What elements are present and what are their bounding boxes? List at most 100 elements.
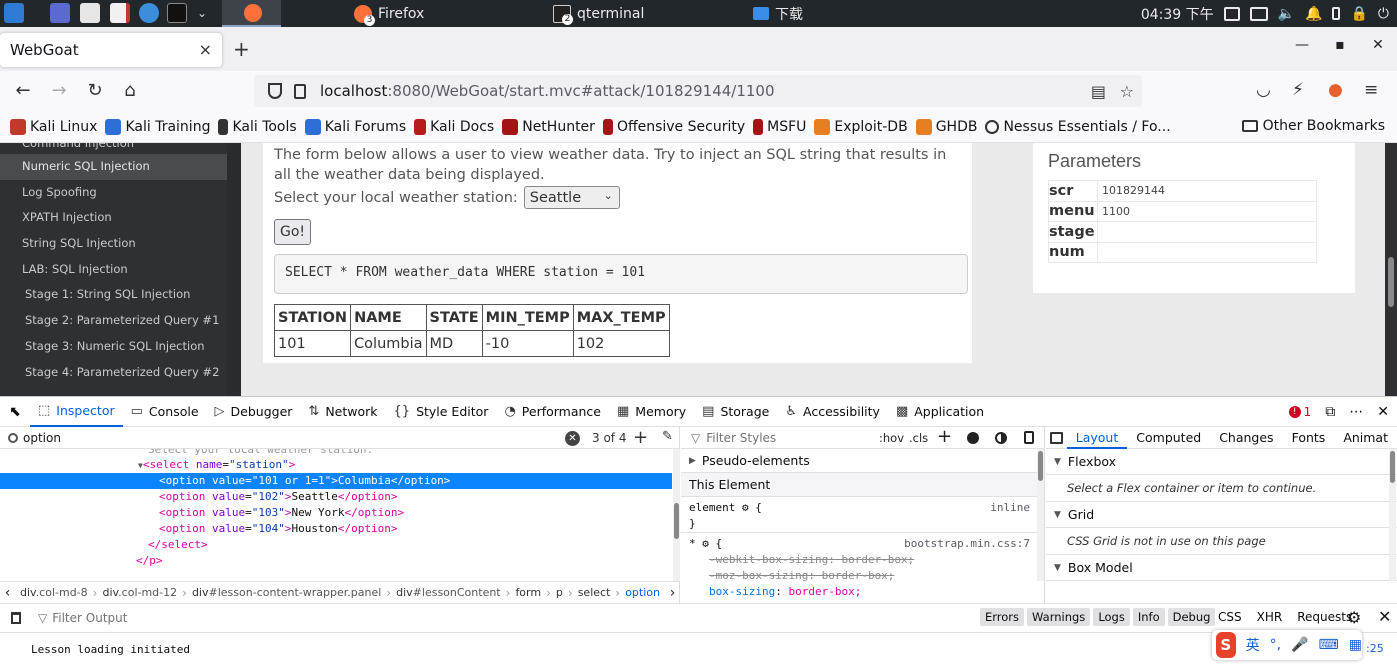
window-icon[interactable]	[1223, 6, 1240, 21]
sidebar-item[interactable]: Log Spoofing	[0, 180, 227, 206]
chevron-left-icon[interactable]: ‹	[0, 585, 15, 601]
gear-icon[interactable]: ⚙	[742, 501, 749, 514]
grid-menu-icon[interactable]: ▦	[1349, 637, 1362, 653]
tab-animat[interactable]: Animat	[1334, 427, 1397, 449]
breadcrumb-item[interactable]: p	[551, 586, 568, 599]
home-icon[interactable]: ⌂	[119, 80, 141, 102]
bookmark-star-icon[interactable]: ☆	[1120, 82, 1134, 101]
bookmark-exploit-db[interactable]: Exploit-DB	[814, 118, 908, 135]
overridden-declaration[interactable]: -webkit-box-sizing: border-box;	[681, 552, 1044, 568]
breadcrumb-item[interactable]: form	[510, 586, 546, 599]
file-manager-icon[interactable]	[80, 3, 100, 23]
filter-warnings-button[interactable]: Warnings	[1027, 608, 1091, 626]
grid-section[interactable]: ▼ Grid	[1046, 502, 1397, 528]
tab-application[interactable]: ▩ Application	[888, 397, 992, 427]
hamburger-menu-icon[interactable]: ≡	[1364, 80, 1378, 100]
dock-side-icon[interactable]: ⧉	[1325, 404, 1335, 420]
layout-scrollbar[interactable]	[1389, 449, 1396, 581]
rules-scrollbar[interactable]	[1037, 449, 1044, 581]
tab-network[interactable]: ⇅ Network	[300, 397, 385, 427]
markup-option-node[interactable]: <option value="102">Seattle</option>	[0, 489, 672, 505]
bookmark-ghdb[interactable]: GHDB	[915, 118, 977, 135]
scrollbar-thumb[interactable]	[1388, 257, 1394, 307]
punctuation-icon[interactable]: °,	[1270, 637, 1281, 653]
back-arrow-icon[interactable]: ←	[12, 80, 34, 102]
bookmark-kali-training[interactable]: Kali Training	[105, 118, 210, 135]
filter-output-input[interactable]: ▽ Filter Output	[32, 611, 127, 625]
markup-select-node[interactable]: ▼<select name="station">	[0, 457, 672, 473]
add-node-icon[interactable]: +	[633, 427, 648, 448]
tab-style-editor[interactable]: {} Style Editor	[386, 397, 497, 427]
station-select[interactable]: Seattle ⌄	[523, 186, 620, 209]
task-qterminal[interactable]: 2 qterminal	[547, 0, 727, 27]
bookmark-msfu[interactable]: MSFU	[753, 118, 806, 135]
markup-close-select[interactable]: </select>	[0, 537, 672, 553]
tab-storage[interactable]: ▤ Storage	[694, 397, 777, 427]
error-counter[interactable]: ! 1	[1288, 405, 1311, 419]
flexbox-section[interactable]: ▼ Flexbox	[1046, 449, 1397, 475]
new-tab-button[interactable]: +	[233, 37, 250, 61]
markup-scrollbar[interactable]	[673, 449, 680, 581]
filter-styles-input[interactable]: Filter Styles	[706, 431, 776, 445]
url-bar[interactable]: localhost:8080/WebGoat/start.mvc#attack/…	[254, 75, 1142, 107]
bookmark-kali-forums[interactable]: Kali Forums	[304, 118, 406, 135]
extension-icon[interactable]: ⚡	[1292, 80, 1304, 100]
keyboard-icon[interactable]: ⌨	[1319, 637, 1339, 653]
overridden-declaration[interactable]: -moz-box-sizing: border-box;	[681, 568, 1044, 584]
breadcrumb-item[interactable]: option	[620, 586, 665, 599]
chevron-right-icon[interactable]: ›	[665, 585, 680, 601]
task-firefox[interactable]: 3 Firefox	[348, 0, 528, 27]
tab-changes[interactable]: Changes	[1210, 427, 1282, 449]
filter-requests-button[interactable]: Requests	[1297, 610, 1352, 624]
more-options-icon[interactable]: ⋯	[1349, 404, 1363, 420]
filter-errors-button[interactable]: Errors	[980, 608, 1025, 626]
box-model-section[interactable]: ▼ Box Model	[1046, 555, 1397, 581]
sidebar-item[interactable]: Stage 1: String SQL Injection	[0, 282, 227, 308]
tracking-shield-icon[interactable]	[268, 83, 282, 99]
breadcrumb-item[interactable]: div.col-md-8	[15, 586, 93, 599]
markup-option-node[interactable]: <option value="104">Houston</option>	[0, 521, 672, 537]
keyboard-icon[interactable]	[1249, 6, 1268, 21]
tab-accessibility[interactable]: ♿ Accessibility	[777, 397, 888, 427]
go-button[interactable]: Go!	[274, 219, 311, 245]
gear-icon[interactable]: ⚙	[702, 537, 709, 550]
sidebar-item[interactable]: LAB: SQL Injection	[0, 257, 227, 283]
forward-arrow-icon[interactable]: →	[48, 80, 70, 102]
bookmark-kali-tools[interactable]: Kali Tools	[218, 118, 297, 135]
scrollbar-thumb[interactable]	[674, 503, 679, 539]
launcher-chevron-icon[interactable]: ⌄	[192, 3, 212, 23]
minimize-icon[interactable]: —	[1283, 37, 1321, 53]
markup-option-node[interactable]: <option value="101 or 1=1">Columbia</opt…	[0, 473, 672, 489]
task-downloads[interactable]: 下载	[747, 0, 907, 27]
tab-memory[interactable]: ▦ Memory	[609, 397, 694, 427]
light-scheme-icon[interactable]	[967, 432, 979, 444]
tab-performance[interactable]: ◔ Performance	[496, 397, 609, 427]
bookmark-offensive-security[interactable]: Offensive Security	[602, 118, 745, 135]
browser-launcher-icon[interactable]	[139, 3, 159, 23]
lock-icon[interactable]: 🔒	[1350, 6, 1367, 22]
terminal-launcher-icon[interactable]	[167, 3, 187, 23]
stylesheet-link[interactable]: bootstrap.min.css:7	[904, 536, 1030, 552]
breadcrumb-item[interactable]: select	[573, 586, 616, 599]
declaration[interactable]: box-sizing: border-box;	[681, 584, 1044, 600]
clock[interactable]: 04:39 下午	[1141, 4, 1214, 24]
markup-close-p[interactable]: </p>	[0, 553, 672, 569]
tab-close-icon[interactable]: ×	[199, 40, 212, 59]
filter-logs-button[interactable]: Logs	[1093, 608, 1130, 626]
sidebar-item[interactable]: String SQL Injection	[0, 231, 227, 257]
maximize-icon[interactable]: ▪	[1321, 37, 1359, 53]
tab-webgoat[interactable]: WebGoat ×	[0, 33, 222, 67]
notification-bell-icon[interactable]: 🔔	[1305, 6, 1322, 22]
filter-info-button[interactable]: Info	[1132, 608, 1165, 626]
scrollbar-thumb[interactable]	[1390, 451, 1395, 483]
tab-debugger[interactable]: ▷ Debugger	[207, 397, 301, 427]
eyedropper-icon[interactable]: ✎	[662, 429, 673, 444]
sidebar-item[interactable]: Numeric SQL Injection	[0, 154, 227, 180]
toggle-sidebar-icon[interactable]	[1046, 431, 1067, 444]
pocket-icon[interactable]: ◡	[1256, 80, 1271, 100]
breadcrumb-item[interactable]: div#lesson-content-wrapper.panel	[187, 586, 386, 599]
hover-states-toggle[interactable]: :hov	[879, 431, 904, 445]
bookmark-nessus[interactable]: Nessus Essentials / Fo...	[985, 119, 1171, 135]
element-picker-icon[interactable]: ⬉	[0, 397, 30, 427]
task-firefox-active[interactable]	[222, 0, 281, 27]
